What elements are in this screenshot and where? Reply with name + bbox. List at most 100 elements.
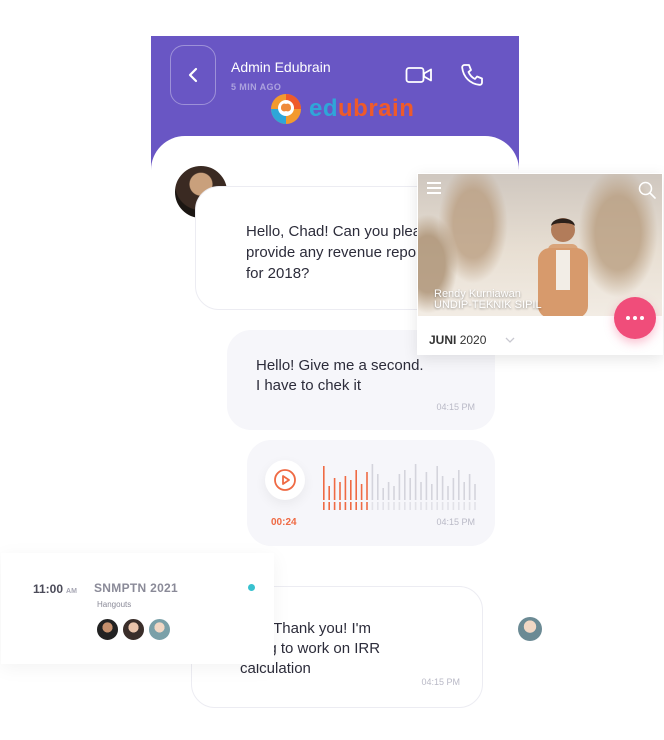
participant-avatar: [518, 617, 542, 641]
waveform-bar-reflection: [366, 502, 368, 510]
message-time: 04:15 PM: [421, 677, 460, 687]
waveform-bar-reflection: [468, 502, 471, 510]
voice-duration: 00:24: [271, 517, 297, 528]
waveform-bar: [420, 482, 422, 500]
waveform-bar-reflection: [404, 502, 406, 510]
participant-avatar: [96, 618, 119, 641]
waveform-bar: [344, 476, 347, 500]
waveform-bar-reflection: [323, 502, 325, 510]
more-dots-icon: [626, 316, 630, 320]
waveform-bar-reflection: [425, 502, 428, 510]
more-dots-icon: [640, 316, 644, 320]
video-thumbnail[interactable]: Rendy Kurniawan UNDIP-TEKNIK SIPIL: [418, 174, 662, 316]
phone-icon[interactable]: [459, 62, 485, 88]
waveform-bar: [339, 482, 341, 500]
waveform-bar: [404, 470, 406, 500]
last-seen: 5 MIN AGO: [231, 82, 282, 92]
event-time: 11:00 AM: [33, 582, 77, 596]
back-button[interactable]: [170, 45, 216, 105]
waveform-bar-reflection: [420, 502, 422, 510]
waveform-bar-reflection: [398, 502, 401, 510]
waveform-bar: [452, 478, 455, 500]
waveform-bar-reflection: [328, 502, 330, 510]
waveform-bar-reflection: [355, 502, 357, 510]
waveform-bar-reflection: [414, 502, 417, 510]
video-call-icon[interactable]: [405, 64, 433, 86]
month-label: JUNI: [429, 333, 457, 347]
waveform-bar-reflection: [393, 502, 395, 510]
brain-logo-icon: [271, 94, 301, 124]
waveform-bar-reflection: [452, 502, 455, 510]
year-label: 2020: [459, 333, 487, 347]
waveform-bar: [387, 482, 390, 500]
waveform-bar: [366, 472, 368, 500]
waveform-bar-reflection: [344, 502, 347, 510]
voice-message: 00:24 04:15 PM: [247, 440, 495, 546]
waveform-bar: [474, 484, 476, 500]
waveform-bar-reflection: [463, 502, 465, 510]
waveform-bar: [350, 480, 352, 500]
waveform-bar-reflection: [441, 502, 444, 510]
event-title: SNMPTN 2021: [94, 581, 178, 595]
waveform-bar-reflection: [339, 502, 341, 510]
waveform-bar: [447, 486, 449, 500]
waveform-bar-reflection: [360, 502, 363, 510]
play-icon: [274, 469, 296, 491]
waveform-bar: [436, 466, 438, 500]
play-button[interactable]: [265, 460, 305, 500]
logo-text: edubrain: [309, 95, 415, 122]
message-time: 04:15 PM: [436, 402, 475, 412]
waveform-bar-reflection: [458, 502, 460, 510]
waveform-bar-reflection: [447, 502, 449, 510]
waveform-bar: [458, 470, 460, 500]
waveform-bar: [409, 478, 411, 500]
waveform-bar-reflection: [333, 502, 336, 510]
waveform-bar: [468, 474, 471, 500]
waveform-bar-reflection: [436, 502, 438, 510]
status-dot: [248, 584, 255, 591]
waveform-bar: [393, 486, 395, 500]
waveform-bar: [323, 466, 325, 500]
waveform-bar: [360, 484, 363, 500]
waveform-bar: [355, 470, 357, 500]
menu-icon[interactable]: [427, 182, 441, 194]
waveform-bar: [398, 474, 401, 500]
waveform-bar-reflection: [387, 502, 390, 510]
event-ampm: AM: [66, 588, 77, 595]
more-dots-icon: [633, 316, 637, 320]
waveform-bar: [333, 478, 336, 500]
voice-waveform[interactable]: [321, 464, 481, 512]
waveform-bar: [431, 484, 433, 500]
participant-avatar: [148, 618, 171, 641]
message-text: Hello, Chad! Can you please provide any …: [246, 223, 437, 282]
waveform-bar-reflection: [377, 502, 379, 510]
app-stage: Admin Edubrain 5 MIN AGO edubrain Hello,…: [0, 0, 664, 740]
waveform-bar: [414, 464, 417, 500]
chevron-left-icon: [188, 67, 198, 83]
waveform-bar-reflection: [431, 502, 433, 510]
waveform-bar: [371, 464, 374, 500]
search-icon[interactable]: [638, 181, 656, 199]
month-selector[interactable]: JUNI 2020: [429, 333, 486, 347]
waveform-bar-reflection: [350, 502, 352, 510]
waveform-bar-reflection: [382, 502, 384, 510]
event-platform: Hangouts: [97, 600, 132, 609]
contact-name: Admin Edubrain: [231, 59, 331, 75]
waveform-bar: [377, 474, 379, 500]
waveform-bar: [441, 476, 444, 500]
chevron-down-icon[interactable]: [505, 336, 515, 344]
waveform-bar: [425, 472, 428, 500]
waveform-bar: [328, 486, 330, 500]
waveform-bar: [382, 488, 384, 500]
waveform-bar-reflection: [474, 502, 476, 510]
event-card[interactable]: 11:00 AM SNMPTN 2021 Hangouts: [1, 553, 274, 664]
waveform-bar-reflection: [371, 502, 374, 510]
edubrain-logo: edubrain: [269, 92, 414, 126]
message-text: Hello! Give me a second. I have to chek …: [256, 357, 424, 394]
more-options-button[interactable]: [614, 297, 656, 339]
waveform-bar: [463, 482, 465, 500]
video-person-school: UNDIP-TEKNIK SIPIL: [434, 299, 542, 311]
participant-avatar: [122, 618, 145, 641]
message-time: 04:15 PM: [436, 517, 475, 527]
waveform-bar-reflection: [409, 502, 411, 510]
